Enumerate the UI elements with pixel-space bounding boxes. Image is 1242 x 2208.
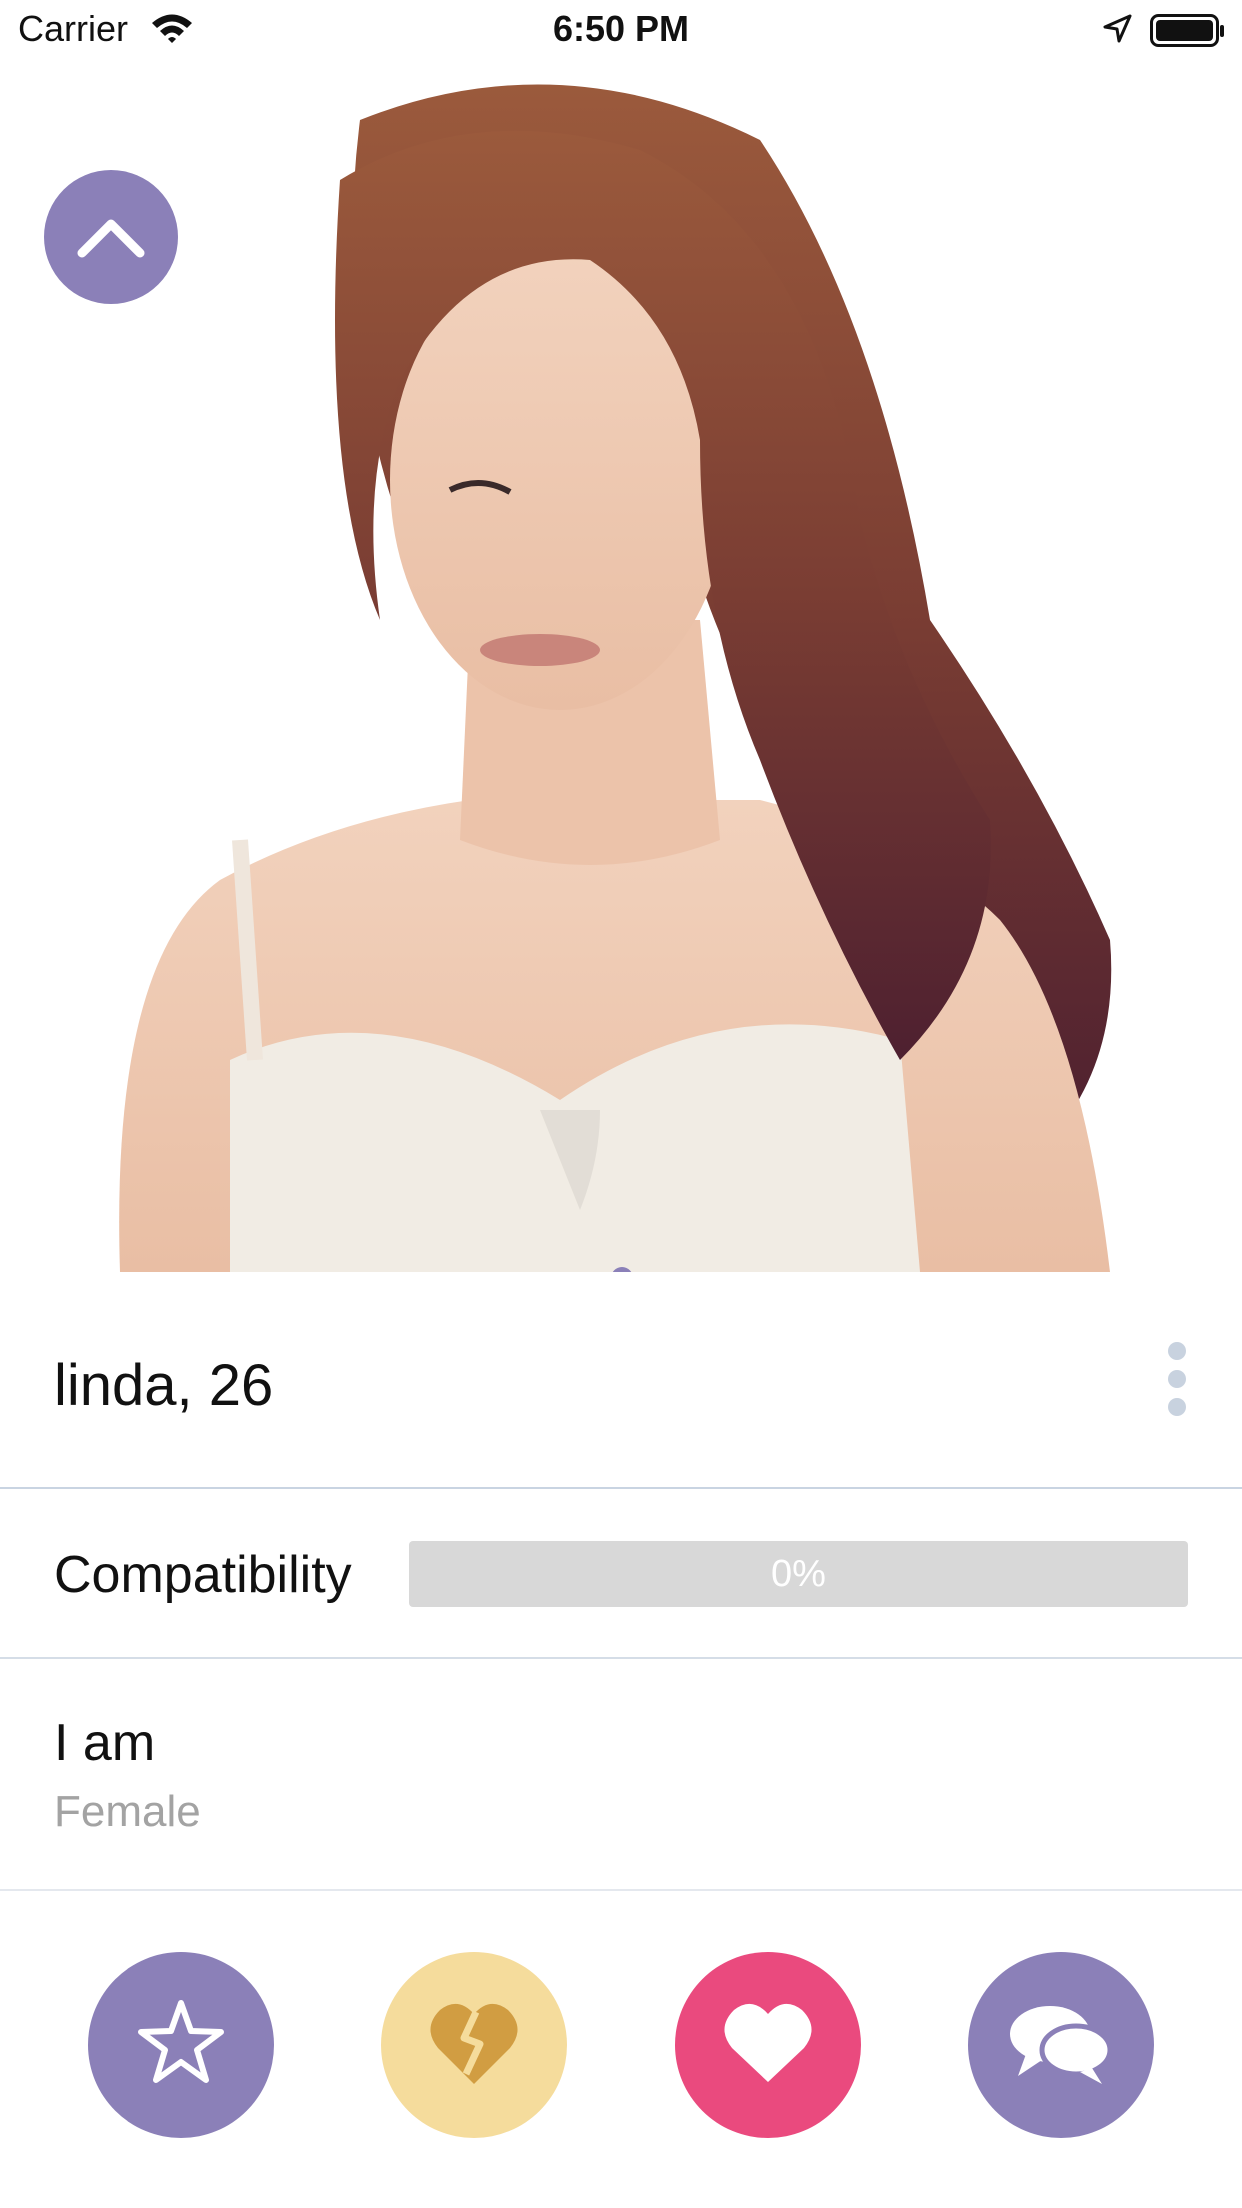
- compatibility-label: Compatibility: [54, 1546, 352, 1604]
- chat-bubbles-icon: [1006, 1998, 1116, 2093]
- favorite-button[interactable]: [88, 1952, 274, 2138]
- compatibility-value: 0%: [771, 1552, 826, 1595]
- clock: 6:50 PM: [552, 8, 690, 49]
- compatibility-progress-bar: 0%: [409, 1541, 1188, 1607]
- location-arrow-icon: [1102, 14, 1132, 49]
- heart-icon: [720, 2000, 816, 2091]
- battery-icon: [1150, 14, 1226, 53]
- star-icon: [133, 1995, 229, 2096]
- name-row: linda, 26: [0, 1272, 1242, 1489]
- like-button[interactable]: [675, 1952, 861, 2138]
- name-age: linda, 26: [54, 1353, 274, 1418]
- profile-photo[interactable]: [0, 60, 1242, 1272]
- gender-label: I am: [54, 1714, 156, 1772]
- gender-row: I am Female: [0, 1659, 1242, 1891]
- status-bar: Carrier 6:50 PM: [0, 0, 1242, 60]
- dislike-button[interactable]: [381, 1952, 567, 2138]
- action-bar: [0, 1891, 1242, 2208]
- collapse-button[interactable]: [44, 170, 178, 304]
- chevron-up-icon: [76, 215, 146, 259]
- broken-heart-icon: [426, 1998, 522, 2093]
- chat-button[interactable]: [968, 1952, 1154, 2138]
- gender-value: Female: [54, 1787, 201, 1836]
- compatibility-row: Compatibility 0%: [0, 1489, 1242, 1659]
- more-options-icon[interactable]: [1168, 1342, 1188, 1426]
